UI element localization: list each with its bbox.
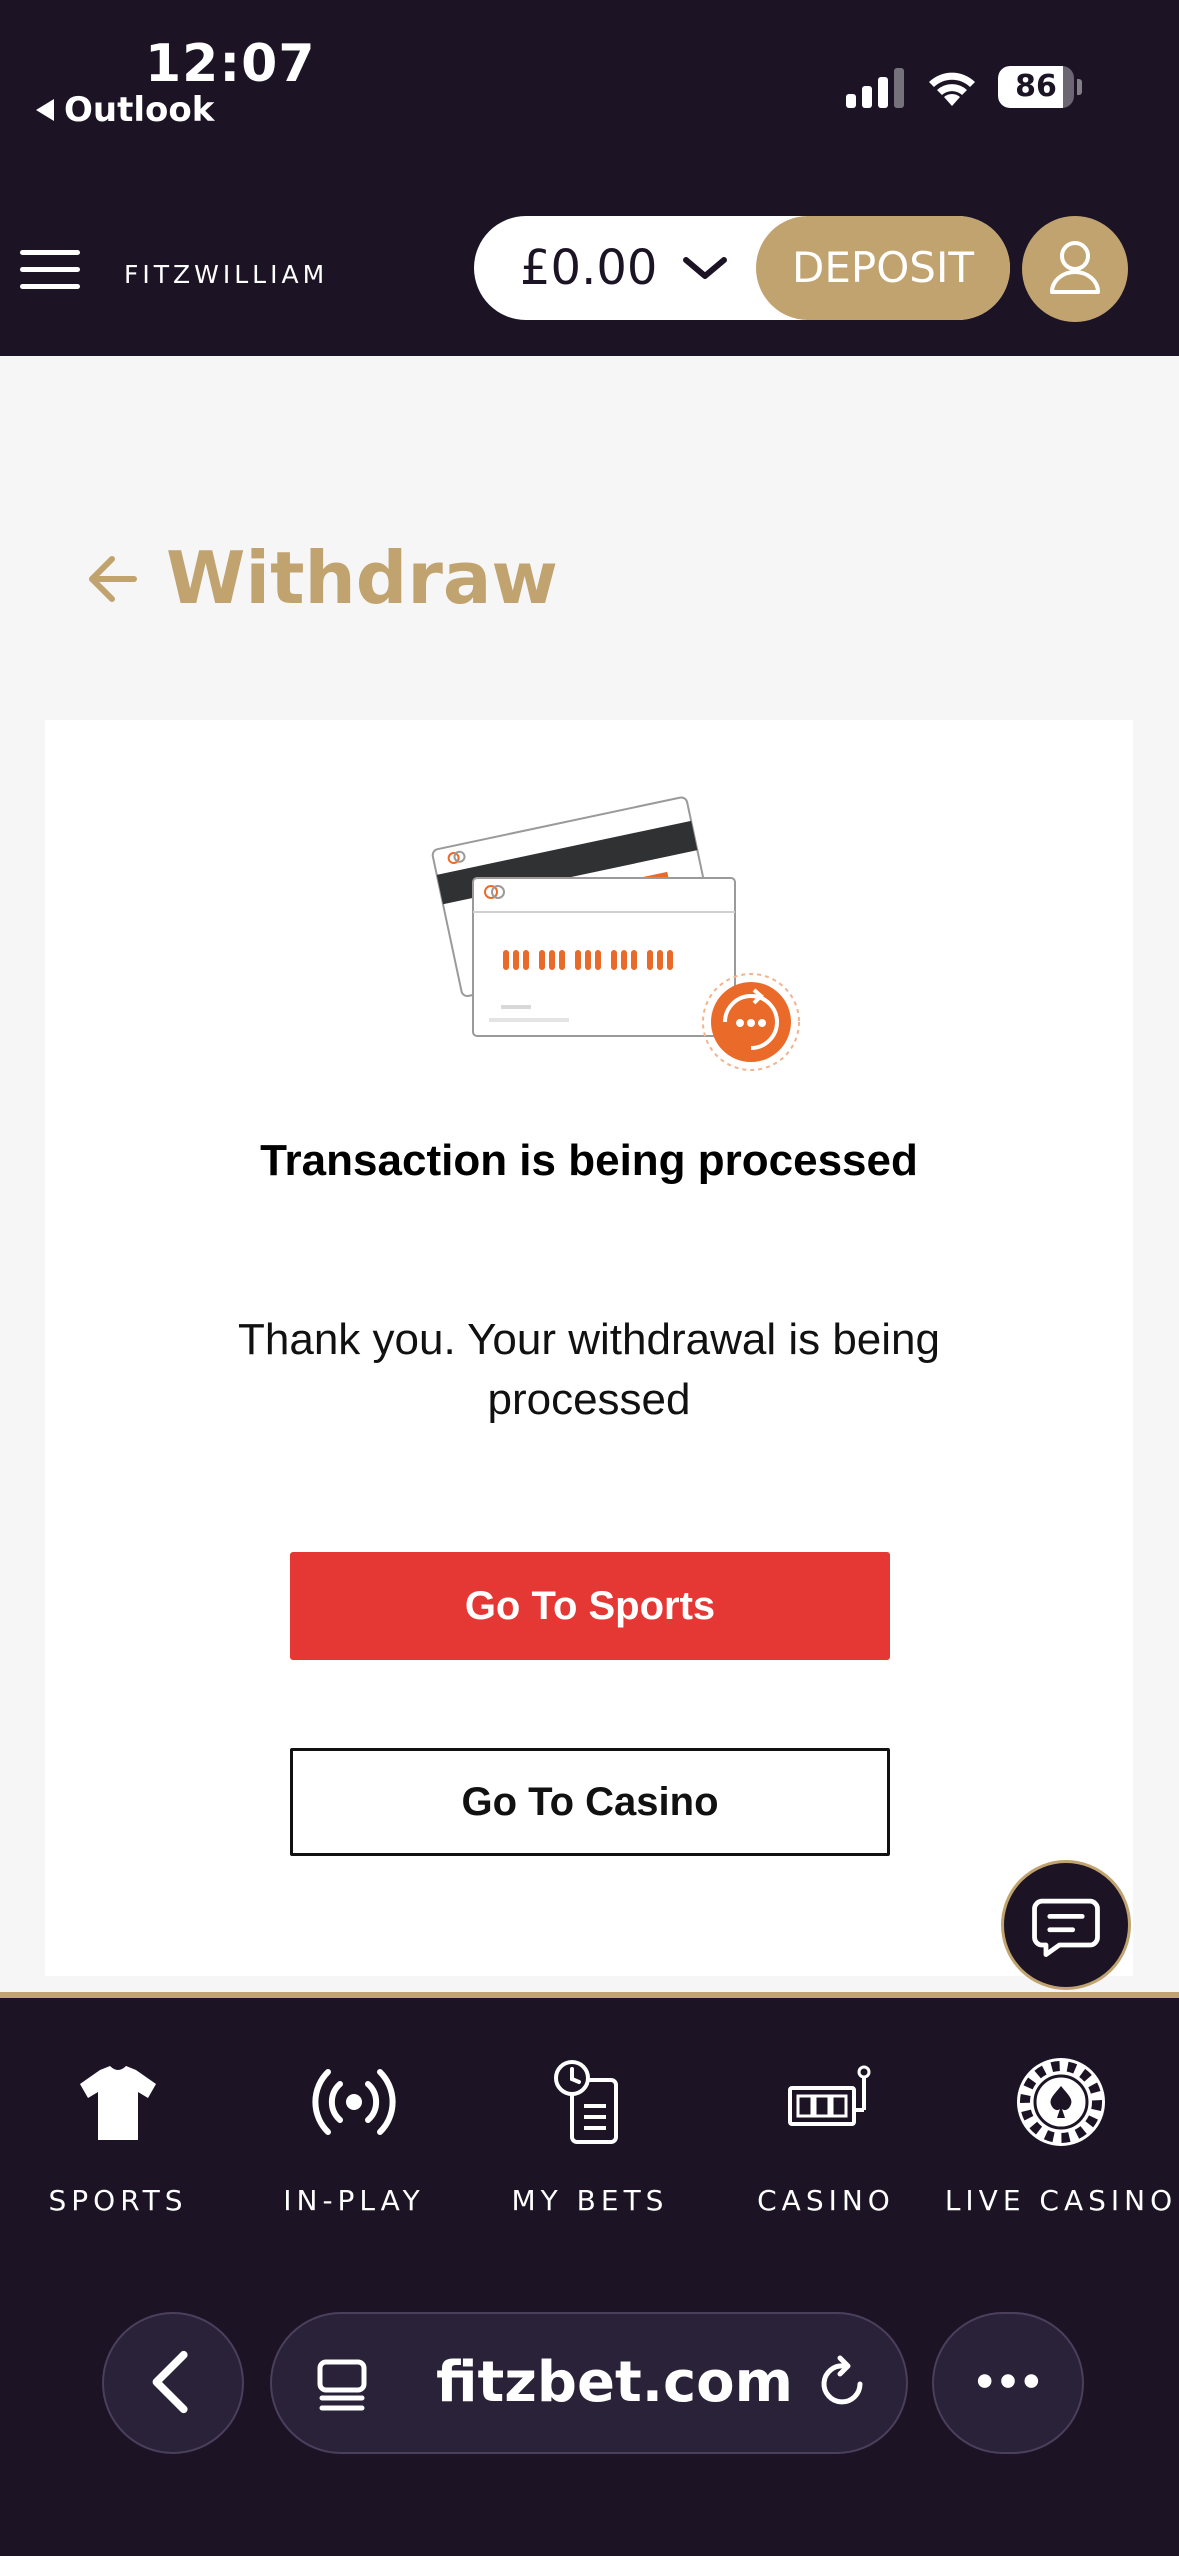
chat-bubble-icon xyxy=(1032,1898,1100,1957)
status-bar: 12:07 Outlook 86 xyxy=(0,0,1179,180)
nav-in-play[interactable]: IN-PLAY xyxy=(236,2054,472,2217)
back-triangle-icon xyxy=(36,99,54,121)
chat-button[interactable] xyxy=(1001,1860,1131,1990)
hamburger-menu-icon[interactable] xyxy=(20,250,82,290)
status-title: Transaction is being processed xyxy=(260,1136,918,1185)
wifi-icon xyxy=(929,72,975,106)
user-icon xyxy=(1050,241,1100,294)
account-button[interactable] xyxy=(1022,216,1128,322)
tab-overview-icon xyxy=(317,2359,367,2411)
chevron-down-icon xyxy=(683,257,727,279)
status-message: Thank you. Your withdrawal is being proc… xyxy=(238,1315,940,1424)
nav-live-casino[interactable]: LIVE CASINO xyxy=(943,2054,1179,2217)
chevron-left-icon xyxy=(152,2350,188,2414)
battery-indicator: 86 xyxy=(998,66,1082,108)
go-to-sports-button[interactable]: Go To Sports xyxy=(290,1552,890,1660)
transaction-card: Transaction is being processed Thank you… xyxy=(45,720,1133,1976)
bottom-nav: SPORTS IN-PLAY MY BETS CASINO LIVE CASIN… xyxy=(0,1998,1179,2258)
nav-sports[interactable]: SPORTS xyxy=(0,2054,236,2217)
back-to-app-link[interactable]: Outlook xyxy=(36,90,214,130)
url-text: fitzbet.com xyxy=(436,2350,793,2415)
main-content: Withdraw Transaction is being processed … xyxy=(0,356,1179,1992)
credit-card-processing-icon xyxy=(431,796,800,1071)
balance-pill[interactable]: £0.00 DEPOSIT xyxy=(474,216,1010,320)
back-arrow-icon[interactable] xyxy=(86,552,140,606)
nav-my-bets[interactable]: MY BETS xyxy=(472,2054,708,2217)
nav-label: IN-PLAY xyxy=(283,2184,425,2217)
battery-percent: 86 xyxy=(1015,69,1057,104)
status-time: 12:07 xyxy=(145,34,316,94)
app-header: FITZWILLIAM £0.00 DEPOSIT xyxy=(0,180,1179,356)
nav-label: SPORTS xyxy=(48,2184,188,2217)
nav-casino[interactable]: CASINO xyxy=(708,2054,944,2217)
go-to-casino-button[interactable]: Go To Casino xyxy=(290,1748,890,1856)
page-title: Withdraw xyxy=(166,536,558,620)
shirt-icon xyxy=(80,2066,156,2140)
broadcast-icon xyxy=(312,2069,396,2135)
back-app-label: Outlook xyxy=(64,90,215,130)
nav-label: LIVE CASINO xyxy=(944,2184,1178,2217)
cellular-signal-icon xyxy=(846,68,904,108)
balance-value: £0.00 xyxy=(520,240,658,296)
more-dots-icon xyxy=(977,2374,1039,2388)
reload-icon[interactable] xyxy=(814,2354,874,2414)
browser-back-button[interactable] xyxy=(102,2312,244,2454)
slot-machine-icon xyxy=(788,2065,871,2126)
nav-label: CASINO xyxy=(757,2184,895,2217)
browser-toolbar: fitzbet.com xyxy=(0,2258,1179,2556)
betslip-icon xyxy=(554,2060,618,2144)
nav-label: MY BETS xyxy=(511,2184,669,2217)
deposit-button[interactable]: DEPOSIT xyxy=(756,216,1010,320)
roulette-chip-icon xyxy=(1017,2058,1105,2146)
browser-more-button[interactable] xyxy=(932,2312,1084,2454)
brand-logo[interactable]: FITZWILLIAM xyxy=(124,260,328,289)
address-bar[interactable]: fitzbet.com xyxy=(270,2312,908,2454)
